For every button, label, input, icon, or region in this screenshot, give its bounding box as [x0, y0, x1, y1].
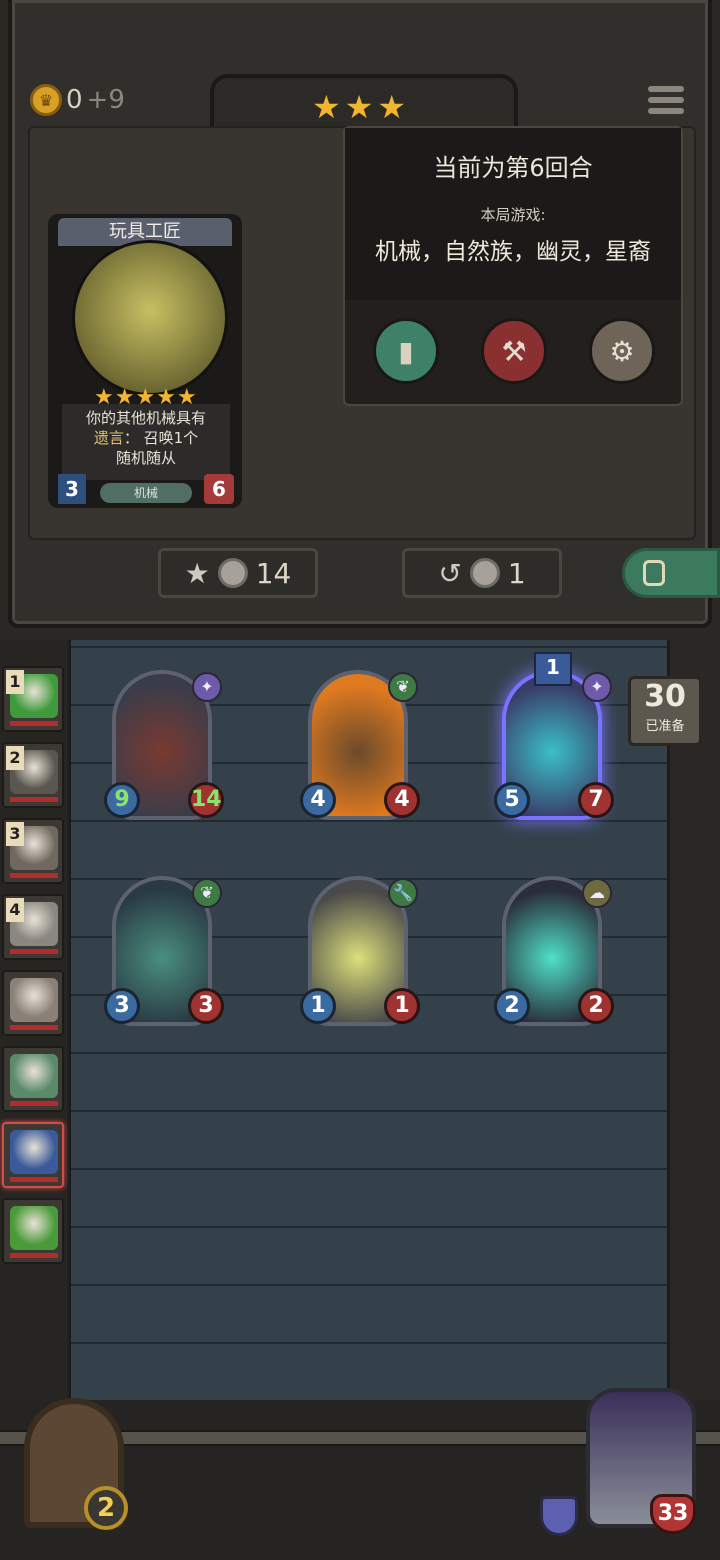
hammer-icon: ⚒: [501, 334, 527, 368]
opponent-portrait[interactable]: [2, 1198, 64, 1264]
gold-amount: 0: [66, 85, 83, 115]
opponent-portrait[interactable]: 3: [2, 818, 64, 884]
armor-shield-icon: [540, 1496, 578, 1536]
card-keyword: 遗言: [93, 429, 124, 447]
board-minion[interactable]: ❦ 4 4: [300, 670, 420, 828]
tribe-icon: ✦: [192, 672, 222, 702]
gold-income: +9: [86, 85, 125, 115]
opponent-rank: 2: [6, 746, 24, 770]
hammer-button[interactable]: ⚒: [481, 318, 547, 384]
card-text-line3: 随机随从: [115, 449, 176, 467]
menu-icon[interactable]: [648, 86, 684, 120]
opponent-face: [10, 1054, 58, 1098]
board-minion[interactable]: ✦ 9 14: [104, 670, 224, 828]
refresh-icon: ↺: [438, 556, 462, 590]
minion-attack: 9: [104, 782, 140, 818]
game-tribes-list: 机械，自然族，幽灵，星裔: [375, 239, 651, 265]
minion-health: 2: [578, 988, 614, 1024]
upgrade-cost: 14: [255, 556, 292, 590]
minion-attack: 1: [300, 988, 336, 1024]
opponent-portrait[interactable]: 1: [2, 666, 64, 732]
opponent-portrait[interactable]: [2, 1046, 64, 1112]
opponent-portrait[interactable]: 4: [2, 894, 64, 960]
game-tribes-label: 本局游戏:: [480, 206, 546, 224]
opponent-face: [10, 1206, 58, 1250]
tavern-door[interactable]: 2: [10, 1390, 140, 1560]
silver-coin-icon: [217, 558, 248, 588]
opponent-portrait[interactable]: 2: [2, 742, 64, 808]
board-minion[interactable]: ✦ 5 7 1: [494, 652, 614, 828]
refresh-button[interactable]: ↺ 1: [402, 548, 562, 598]
opponent-health-bar: [10, 1101, 58, 1106]
lock-shop-button[interactable]: [622, 548, 720, 598]
opponent-portrait[interactable]: [2, 1122, 64, 1188]
opponent-health-bar: [10, 1177, 58, 1182]
ready-label: 已准备: [645, 719, 685, 734]
opponent-rank: 4: [6, 898, 24, 922]
minion-health: 14: [188, 782, 224, 818]
card-tribe-tag: 机械: [100, 483, 192, 503]
lock-icon: [643, 560, 665, 586]
tribe-icon: ❦: [192, 878, 222, 908]
opponent-face: [10, 978, 58, 1022]
tavern-level: 2: [84, 1486, 128, 1530]
book-icon: ▮: [398, 334, 414, 368]
opponent-health-bar: [10, 1253, 58, 1258]
upgrade-tavern-button[interactable]: ★ 14: [158, 548, 318, 598]
tribe-icon: ❦: [388, 672, 418, 702]
opponent-health-bar: [10, 949, 58, 954]
gold-coin-icon: ♛: [30, 84, 62, 116]
minion-attack: 2: [494, 988, 530, 1024]
round-title: 当前为第6回合: [433, 154, 593, 182]
silver-coin-icon: [469, 558, 500, 588]
opponent-health-bar: [10, 721, 58, 726]
opponent-face: [10, 1130, 58, 1174]
card-text: 你的其他机械具有 遗言： 召唤1个 随机随从: [62, 404, 230, 480]
minion-attack: 4: [300, 782, 336, 818]
gear-icon: ⚙: [609, 334, 635, 368]
board-minion[interactable]: ☁ 2 2: [494, 876, 614, 1034]
opponent-rank: 3: [6, 822, 24, 846]
tribe-icon: ✦: [582, 672, 612, 702]
tier-badge: 1: [534, 652, 572, 686]
card-art: [72, 240, 228, 396]
card-attack: 3: [58, 474, 86, 504]
gold-display: ♛ 0 +9: [30, 84, 125, 116]
board-right-wall: [664, 640, 720, 1440]
settings-button[interactable]: ⚙: [589, 318, 655, 384]
game-info-popup: 当前为第6回合 本局游戏: 机械，自然族，幽灵，星裔 ▮ ⚒ ⚙: [343, 126, 683, 406]
minion-health: 7: [578, 782, 614, 818]
opponent-portrait[interactable]: [2, 970, 64, 1036]
ready-counter: 30 已准备: [628, 676, 702, 746]
rating-stars: ★★★: [312, 88, 411, 126]
minion-attack: 5: [494, 782, 530, 818]
board-minion[interactable]: 🔧 1 1: [300, 876, 420, 1034]
board-minion[interactable]: ❦ 3 3: [104, 876, 224, 1034]
star-upgrade-icon: ★: [184, 556, 210, 590]
card-health: 6: [204, 474, 234, 504]
card-text-line2: ： 召唤1个: [123, 429, 199, 447]
minion-health: 3: [188, 988, 224, 1024]
refresh-cost: 1: [507, 556, 526, 590]
opponent-list: 1 2 3 4: [2, 666, 66, 1274]
opponent-rank: 1: [6, 670, 24, 694]
minion-health: 1: [384, 988, 420, 1024]
minion-health: 4: [384, 782, 420, 818]
tribe-icon: ☁: [582, 878, 612, 908]
book-button[interactable]: ▮: [373, 318, 439, 384]
card-text-line1: 你的其他机械具有: [85, 409, 206, 427]
opponent-health-bar: [10, 1025, 58, 1030]
minion-attack: 3: [104, 988, 140, 1024]
hero-health: 33: [650, 1494, 696, 1534]
opponent-health-bar: [10, 797, 58, 802]
tribe-icon: 🔧: [388, 878, 418, 908]
opponent-health-bar: [10, 873, 58, 878]
ready-count: 30: [644, 679, 686, 714]
